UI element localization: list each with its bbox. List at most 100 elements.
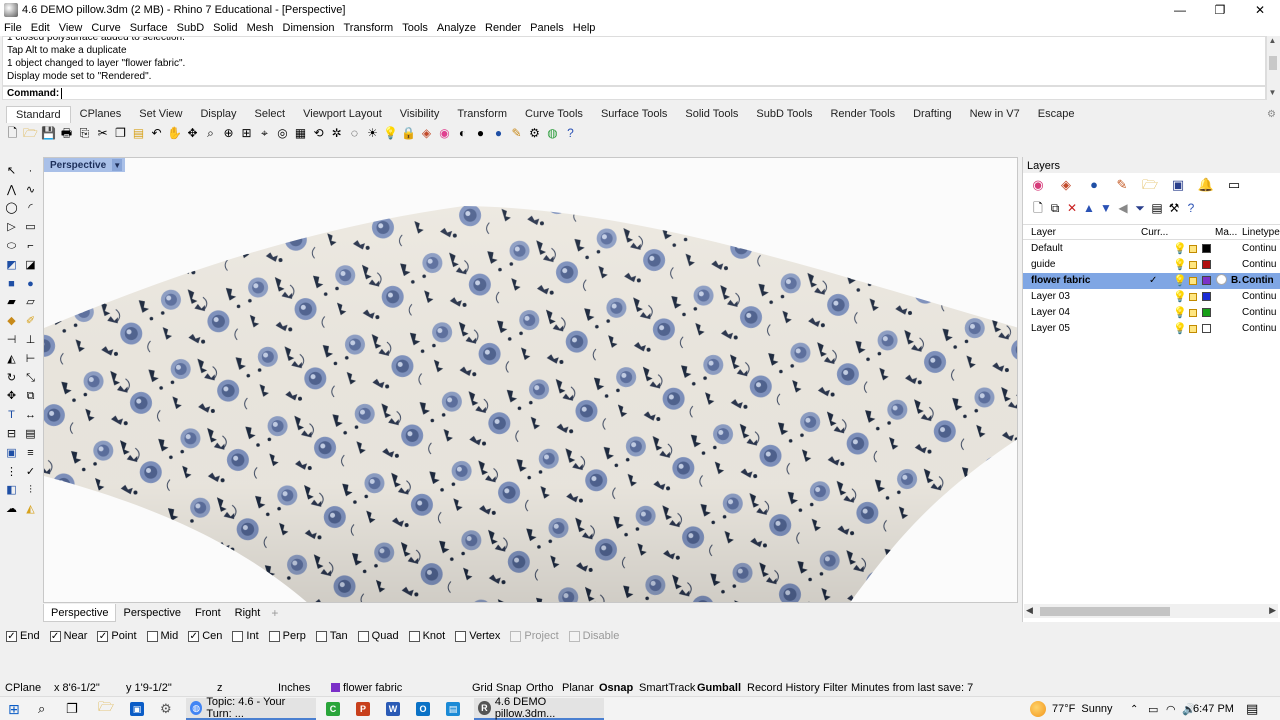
point-icon[interactable]: · bbox=[21, 162, 40, 181]
scale-icon[interactable]: ⤡ bbox=[21, 369, 40, 388]
rotate-view-icon[interactable]: ✥ bbox=[184, 125, 201, 142]
osnap-int[interactable]: Int bbox=[232, 630, 259, 642]
osnap-near[interactable]: ✓ Near bbox=[49, 630, 87, 642]
osnap-vertex[interactable]: Vertex bbox=[455, 630, 500, 642]
layer-row[interactable]: flower fabric ✓ 💡 B. Contin bbox=[1023, 273, 1280, 289]
checkbox[interactable] bbox=[146, 630, 158, 642]
new-file-icon[interactable]: 🗋 bbox=[4, 125, 21, 142]
checkbox-checked[interactable]: ✓ bbox=[6, 630, 17, 642]
move-up-icon[interactable]: ▲ bbox=[1082, 201, 1096, 215]
tab-display[interactable]: Display bbox=[191, 106, 245, 123]
properties-icon[interactable]: ◐ bbox=[454, 125, 471, 142]
osnap-end[interactable]: ✓ End bbox=[6, 630, 40, 642]
checkbox-checked[interactable]: ✓ bbox=[97, 630, 109, 642]
tab-drafting[interactable]: Drafting bbox=[904, 106, 961, 123]
menu-subd[interactable]: SubD bbox=[177, 22, 205, 34]
perspective-viewport[interactable]: Perspective ▼ bbox=[43, 157, 1018, 603]
cut-icon[interactable]: ✂ bbox=[94, 125, 111, 142]
tools-icon[interactable]: ⚒ bbox=[1167, 201, 1181, 215]
render-settings-icon[interactable]: ⚙ bbox=[526, 125, 543, 142]
undo-icon[interactable]: ↶ bbox=[148, 125, 165, 142]
object-snap-icon[interactable]: ✲ bbox=[328, 125, 345, 142]
tab-escape[interactable]: Escape bbox=[1029, 106, 1084, 123]
layer-color-swatch[interactable] bbox=[1202, 276, 1211, 285]
menu-transform[interactable]: Transform bbox=[344, 22, 394, 34]
windows-start-icon[interactable]: ⊞ bbox=[8, 699, 20, 719]
tab-transform[interactable]: Transform bbox=[448, 106, 516, 123]
zoom-extents-icon[interactable]: ⊞ bbox=[238, 125, 255, 142]
edit-points-icon[interactable]: ✐ bbox=[21, 312, 40, 331]
scroll-right-icon[interactable]: ▶ bbox=[1269, 605, 1276, 616]
tab-right[interactable]: Right bbox=[228, 604, 268, 622]
checkbox-disabled[interactable] bbox=[568, 630, 580, 642]
tab-front[interactable]: Front bbox=[188, 604, 228, 622]
join-icon[interactable]: ◭ bbox=[2, 350, 21, 369]
word-icon[interactable]: W bbox=[386, 699, 404, 719]
tab-cplanes[interactable]: CPlanes bbox=[71, 106, 131, 123]
light-bulb-icon[interactable]: 💡 bbox=[382, 125, 399, 142]
layer-linetype[interactable]: Continu bbox=[1242, 307, 1276, 318]
lock-icon[interactable] bbox=[1189, 293, 1197, 301]
tab-select[interactable]: Select bbox=[246, 106, 295, 123]
planar-toggle[interactable]: Planar bbox=[562, 681, 594, 696]
tab-render-tools[interactable]: Render Tools bbox=[821, 106, 904, 123]
globe-icon[interactable]: ◍ bbox=[544, 125, 561, 142]
render-icon[interactable]: ☁ bbox=[2, 500, 21, 519]
clock[interactable]: 6:47 PM bbox=[1193, 699, 1234, 719]
app-icon[interactable]: ▤ bbox=[446, 699, 464, 719]
shaded-sphere-icon[interactable]: ● bbox=[472, 125, 489, 142]
layers-horizontal-scrollbar[interactable]: ◀ ▶ bbox=[1024, 604, 1278, 618]
lock-icon[interactable] bbox=[1189, 277, 1197, 285]
layer-row[interactable]: Layer 04 💡 Continu bbox=[1023, 305, 1280, 321]
task-view-icon[interactable]: ❐ bbox=[66, 699, 78, 719]
camtasia-icon[interactable]: C bbox=[326, 699, 344, 719]
units-indicator[interactable]: Inches bbox=[278, 681, 310, 696]
scroll-left-icon[interactable]: ◀ bbox=[1026, 605, 1033, 616]
checkbox[interactable] bbox=[455, 630, 467, 642]
circle-icon[interactable]: ◯ bbox=[2, 200, 21, 219]
color-wheel-icon[interactable]: ◉ bbox=[1029, 175, 1047, 193]
menu-view[interactable]: View bbox=[59, 22, 83, 34]
light-bulb-icon[interactable]: 💡 bbox=[1173, 290, 1187, 303]
text-icon[interactable]: T bbox=[2, 406, 21, 425]
libraries-icon[interactable]: 🗁 bbox=[1141, 175, 1159, 193]
notifications-icon[interactable]: ▤ bbox=[1246, 699, 1258, 719]
triangle-icon[interactable]: ▷ bbox=[2, 218, 21, 237]
checkbox[interactable] bbox=[268, 630, 280, 642]
materials-icon[interactable]: ✎ bbox=[1113, 175, 1131, 193]
filter-toggle[interactable]: Filter bbox=[823, 681, 847, 696]
layer-material[interactable]: B. bbox=[1231, 275, 1241, 286]
delete-layer-icon[interactable]: ✕ bbox=[1065, 201, 1079, 215]
settings-icon[interactable]: ⚙ bbox=[160, 699, 172, 719]
hatch-icon[interactable]: ▤ bbox=[21, 425, 40, 444]
material-sphere-icon[interactable] bbox=[1216, 274, 1227, 285]
light-bulb-icon[interactable]: 💡 bbox=[1173, 306, 1187, 319]
scroll-up-icon[interactable]: ▲ bbox=[1267, 36, 1278, 48]
checkbox-checked[interactable]: ✓ bbox=[49, 630, 61, 642]
menu-solid[interactable]: Solid bbox=[213, 22, 237, 34]
layer-linetype[interactable]: Continu bbox=[1242, 291, 1276, 302]
layer-name[interactable]: Layer 04 bbox=[1031, 307, 1070, 318]
current-layer-indicator[interactable]: flower fabric bbox=[331, 681, 402, 696]
layer-color-swatch[interactable] bbox=[1202, 260, 1211, 269]
dimension-icon[interactable]: ↔ bbox=[21, 406, 40, 425]
record-history-toggle[interactable]: Record History bbox=[747, 681, 820, 696]
cplane-icon[interactable]: ⟲ bbox=[310, 125, 327, 142]
ortho-toggle[interactable]: Ortho bbox=[526, 681, 554, 696]
sphere-icon[interactable]: ● bbox=[21, 275, 40, 294]
column-linetype[interactable]: Linetype bbox=[1242, 227, 1280, 238]
copy-icon[interactable]: ❐ bbox=[112, 125, 129, 142]
solid-tools-icon[interactable]: ▣ bbox=[2, 444, 21, 463]
grid-snap-toggle[interactable]: Grid Snap bbox=[472, 681, 522, 696]
chevron-down-icon[interactable]: ▼ bbox=[112, 159, 123, 171]
layer-name[interactable]: flower fabric bbox=[1031, 275, 1090, 286]
column-current[interactable]: Curr... bbox=[1141, 227, 1168, 238]
save-icon[interactable]: 💾 bbox=[40, 125, 57, 142]
osnap-toggle[interactable]: Osnap bbox=[599, 681, 633, 696]
layer-color-swatch[interactable] bbox=[1202, 308, 1211, 317]
powerpoint-icon[interactable]: P bbox=[356, 699, 374, 719]
osnap-perp[interactable]: Perp bbox=[268, 630, 306, 642]
polyline-icon[interactable]: ⋀ bbox=[2, 181, 21, 200]
layer-linetype[interactable]: Continu bbox=[1242, 259, 1276, 270]
command-line[interactable]: Command: bbox=[2, 86, 1266, 100]
